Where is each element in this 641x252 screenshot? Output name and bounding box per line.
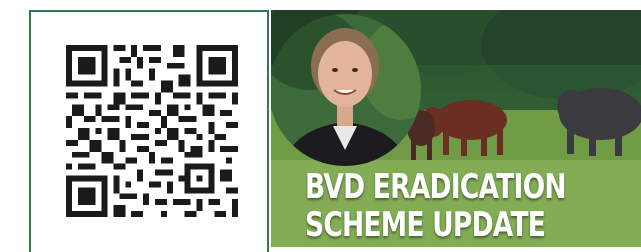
video-thumbnail[interactable]: BVD ERADICATION SCHEME UPDATE	[271, 10, 641, 247]
headline-line-1: BVD ERADICATION	[305, 167, 567, 207]
qr-code-icon	[66, 45, 238, 217]
headline-line-2: SCHEME UPDATE	[305, 205, 546, 245]
thumbnail-headline: BVD ERADICATION SCHEME UPDATE	[305, 167, 567, 245]
qr-code-panel	[29, 10, 269, 252]
